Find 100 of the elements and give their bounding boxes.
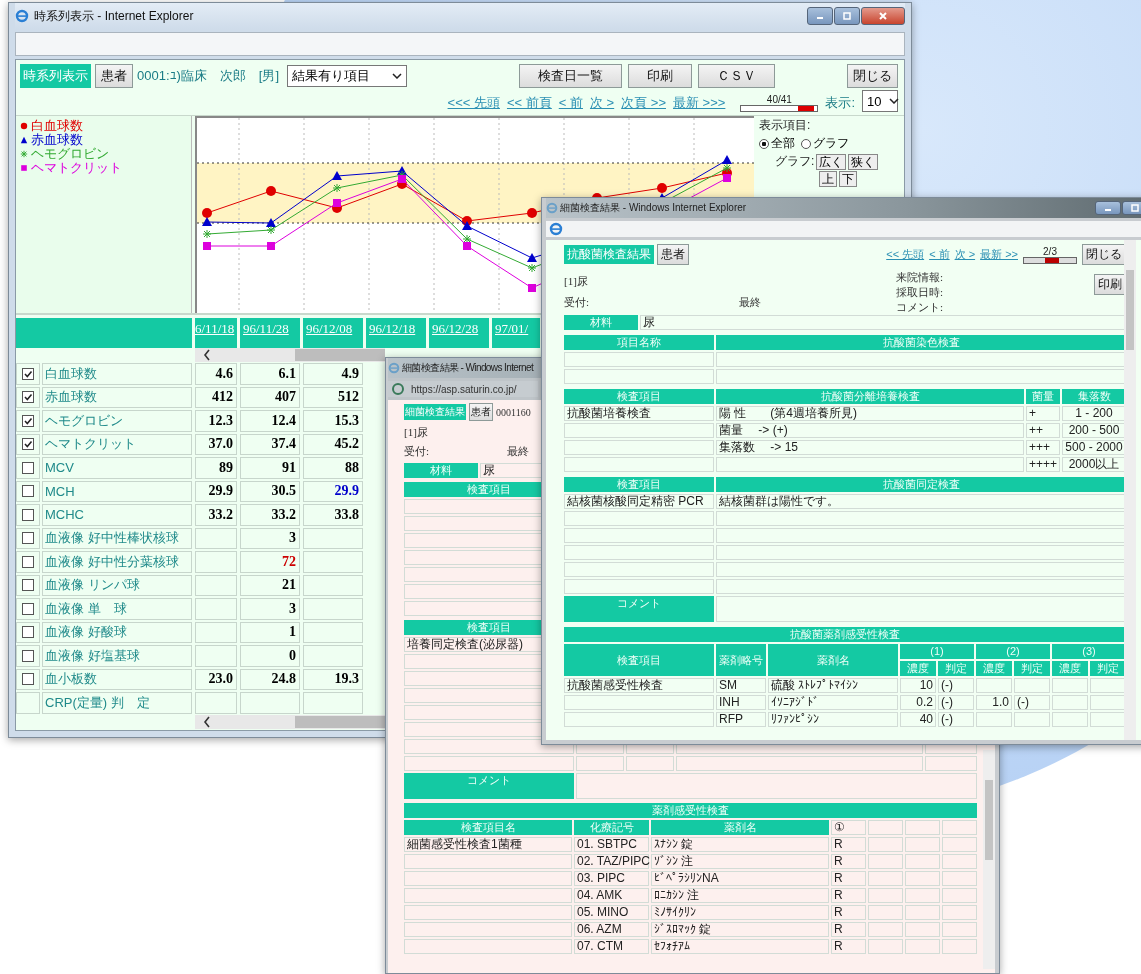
pager-link[interactable]: < 前	[929, 247, 950, 262]
caret-icon	[889, 98, 900, 104]
date-header-link[interactable]: 97/01/	[492, 318, 540, 348]
date-header-link[interactable]: 96/12/18	[366, 318, 426, 348]
table-cell: R	[831, 939, 866, 954]
display-option[interactable]: グラフ	[801, 135, 849, 152]
row-checkbox[interactable]	[22, 391, 34, 404]
pager-link[interactable]: 次 >	[954, 247, 976, 262]
view-tab[interactable]: 抗酸菌検査結果	[564, 245, 654, 264]
table-cell: 細菌感受性検査1菌種	[404, 837, 572, 852]
table-cell: +++	[1026, 440, 1060, 455]
row-checkbox[interactable]	[22, 555, 34, 568]
legend-label: 白血球数	[31, 119, 83, 133]
date-header-link[interactable]: 6/11/18	[195, 318, 237, 348]
table-cell	[942, 837, 977, 852]
graph-button[interactable]: 下	[839, 171, 857, 187]
vertical-scrollbar[interactable]	[983, 750, 995, 969]
pager-link[interactable]: 次頁 >>	[621, 94, 666, 112]
row-checkbox[interactable]	[22, 626, 34, 639]
table-cell	[1052, 695, 1088, 710]
table-cell	[195, 621, 237, 643]
radio-button[interactable]	[801, 138, 811, 149]
date-header-link[interactable]: 96/12/28	[429, 318, 489, 348]
patient-button[interactable]: 患者	[469, 403, 493, 421]
table-cell: R	[831, 837, 866, 852]
table-cell	[868, 837, 903, 852]
table-cell: 21	[240, 574, 300, 596]
table-cell: 29.9	[303, 480, 363, 502]
row-checkbox[interactable]	[22, 673, 34, 686]
pager-link[interactable]: <<< 先頭	[447, 94, 500, 112]
table-cell: 05. MINO	[574, 905, 649, 920]
close-button[interactable]	[861, 7, 905, 25]
horizontal-scrollbar[interactable]	[195, 714, 385, 729]
row-checkbox[interactable]	[22, 414, 34, 427]
date-header-link[interactable]: 96/12/08	[303, 318, 363, 348]
graph-button[interactable]: 広く	[816, 153, 847, 170]
table-cell	[905, 939, 940, 954]
display-option[interactable]: 全部	[759, 135, 795, 152]
row-checkbox[interactable]	[22, 649, 34, 662]
pager-link[interactable]: 最新 >>>	[673, 94, 726, 112]
table-cell: 91	[240, 457, 300, 479]
pager-link[interactable]: 次 >	[589, 94, 615, 112]
test-name: 血液像 単 球	[42, 598, 192, 620]
table-cell: 407	[240, 386, 300, 408]
table-cell: 4.9	[303, 363, 363, 385]
close-page-button[interactable]: 閉じる	[847, 64, 898, 88]
table-cell: 15.3	[303, 410, 363, 432]
radio-button[interactable]	[759, 138, 769, 149]
column-header: 判定	[938, 661, 974, 676]
view-tab[interactable]: 細菌検査結果	[404, 404, 466, 420]
graph-button[interactable]: 上	[819, 171, 837, 187]
table-cell: 23.0	[195, 668, 237, 690]
table-cell: 3	[240, 598, 300, 620]
table-cell: 12.3	[195, 410, 237, 432]
pager-link[interactable]: << 先頭	[886, 247, 925, 262]
minimize-button[interactable]	[1095, 201, 1121, 215]
address-bar[interactable]: https://asp.saturin.co.jp/	[388, 381, 538, 397]
chevron-left-icon	[203, 349, 211, 361]
per-page-dropdown[interactable]: 10	[862, 90, 898, 112]
browser-icon	[15, 9, 29, 23]
window-title: 細菌検査結果 - Windows Internet Explorer	[560, 201, 747, 215]
view-tab[interactable]: 時系列表示	[20, 64, 91, 88]
maximize-button[interactable]	[834, 7, 860, 25]
pager-link[interactable]: 最新 >>	[980, 247, 1018, 262]
table-cell	[195, 692, 237, 714]
row-checkbox[interactable]	[22, 461, 34, 474]
table-cell: 1.0	[976, 695, 1012, 710]
patient-button[interactable]: 患者	[657, 244, 689, 265]
table-cell	[976, 678, 1012, 693]
row-checkbox[interactable]	[22, 579, 34, 592]
toolbar-button[interactable]: 検査日一覧	[519, 64, 623, 88]
row-checkbox[interactable]	[22, 602, 34, 615]
patient-button[interactable]: 患者	[95, 64, 133, 88]
row-checkbox[interactable]	[22, 367, 34, 380]
table-cell: 04. AMK	[574, 888, 649, 903]
date-header-link[interactable]: 96/11/28	[240, 318, 300, 348]
row-checkbox[interactable]	[22, 438, 34, 451]
filter-dropdown[interactable]: 結果有り項目	[287, 65, 408, 87]
graph-button[interactable]: 狭く	[848, 153, 879, 170]
row-checkbox[interactable]	[22, 532, 34, 545]
pager-link[interactable]: << 前頁	[506, 94, 552, 112]
minimize-button[interactable]	[807, 7, 833, 25]
test-name: 血液像 好酸球	[42, 621, 192, 643]
table-cell: RFP	[716, 712, 766, 727]
print-button[interactable]: 印刷	[1094, 274, 1126, 295]
column-header: 抗酸菌染色検査	[716, 335, 1126, 350]
table-cell: R	[831, 854, 866, 869]
toolbar-button[interactable]: 印刷	[628, 64, 693, 88]
pager-link[interactable]: < 前	[558, 94, 583, 112]
close-page-button[interactable]: 閉じる	[1082, 244, 1126, 265]
toolbar-button[interactable]: ＣＳＶ	[698, 64, 776, 88]
row-checkbox[interactable]	[22, 508, 34, 521]
column-header: ①	[831, 820, 866, 835]
patient-name: 0001:ﾕ)臨床 次郎 [男]	[137, 67, 280, 85]
row-checkbox[interactable]	[22, 485, 34, 498]
vertical-scrollbar[interactable]	[1124, 240, 1136, 740]
horizontal-scrollbar[interactable]	[195, 348, 385, 362]
received-label: 受付:	[564, 295, 590, 310]
table-cell: ﾛﾆｶｼﾝ 注	[651, 888, 829, 903]
maximize-button[interactable]	[1122, 201, 1141, 215]
